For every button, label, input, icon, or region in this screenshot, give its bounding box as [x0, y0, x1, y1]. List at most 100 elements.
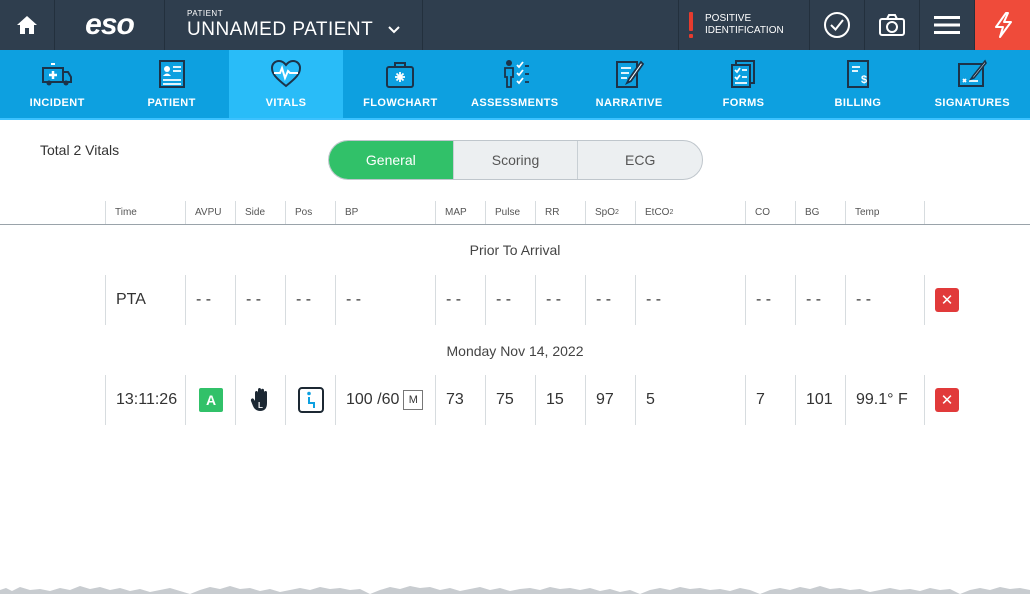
- cell-temp: 99.1° F: [845, 375, 925, 425]
- left-hand-icon: L: [250, 388, 267, 411]
- col-etco2-label: EtCO: [645, 207, 670, 218]
- eso-logo: eso: [55, 0, 165, 50]
- col-time: Time: [105, 201, 185, 224]
- chevron-down-icon: [388, 26, 400, 34]
- lightning-icon: [994, 12, 1012, 38]
- cell-co: 7: [745, 375, 795, 425]
- col-avpu: AVPU: [185, 201, 235, 224]
- cell-divider: [924, 275, 925, 325]
- forms-icon: [730, 60, 755, 88]
- svg-text:$: $: [861, 74, 868, 86]
- nav-assessments[interactable]: ASSESSMENTS: [458, 50, 572, 118]
- checkmark-icon: [824, 12, 850, 38]
- camera-button[interactable]: [865, 0, 920, 50]
- section-prior-to-arrival: Prior To Arrival: [469, 242, 561, 258]
- cell-bp: - -: [335, 275, 435, 325]
- table-row[interactable]: PTA - - - - - - - - - - - - - - - - - - …: [0, 275, 1030, 325]
- nav-forms[interactable]: FORMS: [686, 50, 800, 118]
- heart-pulse-icon: [270, 59, 301, 88]
- col-pulse: Pulse: [485, 201, 535, 224]
- nav-vitals[interactable]: VITALS: [228, 50, 344, 118]
- cell-bp: 100 /60 M: [335, 375, 435, 425]
- nav-signatures[interactable]: SIGNATURES: [915, 50, 1029, 118]
- cell-temp: - -: [845, 275, 925, 325]
- alert-button[interactable]: [975, 0, 1030, 50]
- patient-selector[interactable]: PATIENT UNNAMED PATIENT: [165, 0, 423, 50]
- col-co: CO: [745, 201, 795, 224]
- cell-time: PTA: [105, 275, 185, 325]
- camera-icon: [879, 14, 905, 36]
- delete-vital-button[interactable]: ✕: [935, 388, 959, 412]
- positive-identification-button[interactable]: POSITIVE IDENTIFICATION: [678, 0, 810, 50]
- nav-narrative[interactable]: NARRATIVE: [572, 50, 686, 118]
- signature-icon: [958, 59, 988, 87]
- cell-co: - -: [745, 275, 795, 325]
- top-bar: eso PATIENT UNNAMED PATIENT POSITIVE IDE…: [0, 0, 1030, 50]
- cell-bg: - -: [795, 275, 845, 325]
- col-temp: Temp: [845, 201, 925, 224]
- cell-rr: - -: [535, 275, 585, 325]
- patient-label: PATIENT: [187, 9, 224, 18]
- cell-rr: 15: [535, 375, 585, 425]
- medical-kit-icon: [386, 62, 415, 88]
- cell-avpu: A: [185, 375, 235, 425]
- menu-button[interactable]: [920, 0, 975, 50]
- table-row[interactable]: 13:11:26 A L 100 /60 M 73 75 15 97 5 7 1…: [0, 375, 1030, 425]
- nav-incident[interactable]: INCIDENT: [0, 50, 114, 118]
- tab-general[interactable]: General: [329, 141, 454, 179]
- vitals-view-tabs: General Scoring ECG: [328, 140, 703, 180]
- billing-icon: $: [846, 60, 869, 88]
- tab-scoring[interactable]: Scoring: [454, 141, 579, 179]
- nav-label: NARRATIVE: [595, 97, 663, 109]
- cell-pulse: - -: [485, 275, 535, 325]
- cell-etco2: 5: [635, 375, 745, 425]
- col-etco2-sub: 2: [669, 209, 674, 216]
- nav-label: FLOWCHART: [363, 97, 438, 109]
- ambulance-icon: [42, 63, 73, 86]
- nav-label: PATIENT: [147, 97, 196, 109]
- col-spo2: SpO 2: [585, 201, 635, 224]
- page-edge-decoration: [0, 586, 1030, 594]
- assessment-icon: [503, 60, 529, 88]
- nav-billing[interactable]: $ BILLING: [801, 50, 915, 118]
- nav-patient[interactable]: PATIENT: [114, 50, 228, 118]
- tab-ecg[interactable]: ECG: [578, 141, 702, 179]
- col-map: MAP: [435, 201, 485, 224]
- cell-bg: 101: [795, 375, 845, 425]
- col-divider: [924, 201, 925, 224]
- col-bg: BG: [795, 201, 845, 224]
- cell-map: 73: [435, 375, 485, 425]
- cell-time: 13:11:26: [105, 375, 185, 425]
- col-spo2-label: SpO: [595, 207, 616, 218]
- col-pos: Pos: [285, 201, 335, 224]
- home-button[interactable]: [0, 0, 55, 50]
- cell-pulse: 75: [485, 375, 535, 425]
- nav-label: VITALS: [265, 97, 307, 109]
- cell-divider: [924, 375, 925, 425]
- complete-button[interactable]: [810, 0, 865, 50]
- cell-side: - -: [235, 275, 285, 325]
- nav-flowchart[interactable]: FLOWCHART: [343, 50, 457, 118]
- patient-card-icon: [158, 60, 185, 88]
- nav-label: BILLING: [834, 97, 882, 109]
- nav-label: SIGNATURES: [934, 97, 1010, 109]
- total-vitals-count: Total 2 Vitals: [40, 142, 120, 158]
- nav-label: ASSESSMENTS: [470, 97, 559, 109]
- cell-spo2: 97: [585, 375, 635, 425]
- svg-text:L: L: [258, 401, 263, 410]
- col-side: Side: [235, 201, 285, 224]
- cell-etco2: - -: [635, 275, 745, 325]
- cell-spo2: - -: [585, 275, 635, 325]
- delete-vital-button[interactable]: ✕: [935, 288, 959, 312]
- avpu-badge: A: [199, 388, 223, 412]
- section-date: Monday Nov 14, 2022: [446, 343, 584, 359]
- cell-avpu: - -: [185, 275, 235, 325]
- bp-method-badge: M: [403, 390, 424, 410]
- cell-pos: [285, 375, 335, 425]
- nav-label: INCIDENT: [29, 97, 85, 109]
- col-bp: BP: [335, 201, 435, 224]
- cell-side: L: [235, 375, 285, 425]
- cell-map: - -: [435, 275, 485, 325]
- col-spo2-sub: 2: [615, 209, 619, 216]
